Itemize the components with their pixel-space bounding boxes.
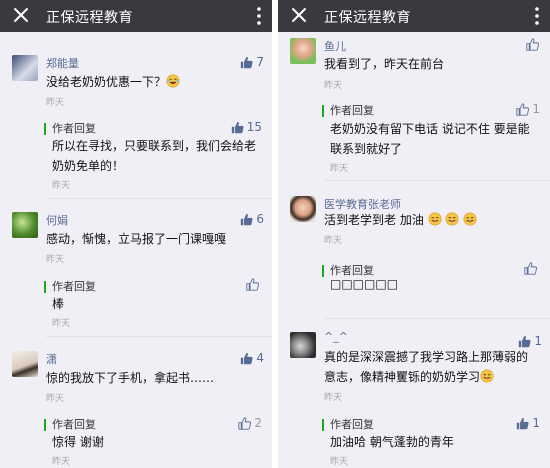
reply-text: 惊得 谢谢 [52, 435, 104, 449]
like-button[interactable]: 1 [518, 334, 542, 348]
reply-like-button[interactable]: 1 [516, 102, 540, 116]
comment-text: 惊的我放下了手机，拿起书…… [46, 371, 215, 385]
reply-label: 作者回复 [330, 104, 374, 117]
thumbs-up-icon [241, 352, 253, 364]
divider [46, 336, 272, 337]
divider [324, 318, 550, 319]
like-count: 7 [256, 55, 264, 69]
comment-username[interactable]: 潇 [46, 351, 57, 367]
laughing-emoji-icon [166, 74, 180, 88]
reply-time: 昨天 [52, 319, 71, 329]
comment-text: 感动，惭愧，立马报了一门课嘎嘎 [46, 232, 227, 246]
top-bar: 正保远程教育 [278, 0, 550, 32]
reply-indicator-bar [44, 419, 46, 431]
left-pane: 正保远程教育 郑能量 7 没给老奶奶优惠一下？ 昨天 作者回复 15 所以在寻找… [0, 0, 272, 468]
divider [324, 180, 550, 181]
comment-text: 真的是深深震撼了我学习路上那薄弱的意志，像精神矍铄的奶奶学习 [324, 350, 529, 384]
avatar[interactable] [12, 55, 38, 81]
like-count: 1 [532, 416, 540, 430]
close-icon[interactable] [288, 4, 310, 26]
author-reply: 作者回复 □□□□□□ [322, 262, 544, 314]
thumbs-up-icon [231, 121, 244, 133]
thumbs-up-icon [241, 56, 253, 68]
grin-emoji-icon [480, 369, 494, 383]
top-bar: 正保远程教育 [0, 0, 272, 32]
like-button[interactable]: 6 [240, 212, 264, 226]
reply-text: 棒 [52, 297, 65, 311]
reply-text: □□□□□□ [330, 277, 399, 291]
comment-username[interactable]: 鱼儿 [324, 38, 346, 54]
page-title: 正保远程教育 [324, 10, 411, 26]
avatar[interactable] [12, 212, 38, 238]
comment-time: 昨天 [46, 394, 65, 404]
author-reply: 作者回复 2 惊得 谢谢 昨天 [44, 416, 266, 468]
like-count: 2 [254, 416, 262, 430]
comment-text: 活到老学到老 加油 [324, 210, 536, 230]
reply-text: 老奶奶没有留下电话 说记不住 要是能联系到就好了 [330, 122, 530, 156]
close-icon[interactable] [10, 4, 32, 26]
reply-label: 作者回复 [52, 280, 96, 293]
reply-text: 所以在寻找，只要联系到，我们会给老奶奶免单的！ [52, 139, 257, 173]
author-reply: 作者回复 1 老奶奶没有留下电话 说记不住 要是能联系到就好了 昨天 [322, 102, 544, 174]
author-reply: 作者回复 15 所以在寻找，只要联系到，我们会给老奶奶免单的！ 昨天 [44, 120, 266, 191]
right-pane: 正保远程教育 鱼儿 我看到了，昨天在前台 昨天 作者回复 1 老奶奶没有留下电话… [278, 0, 550, 468]
comment-time: 昨天 [46, 255, 65, 265]
thumbs-up-icon [516, 102, 530, 116]
comment-time: 昨天 [324, 393, 343, 403]
avatar[interactable] [290, 38, 316, 64]
like-count: 6 [256, 212, 264, 226]
more-menu-icon[interactable] [534, 6, 540, 26]
reply-like-button[interactable] [246, 278, 262, 291]
like-count: 1 [532, 102, 540, 116]
reply-indicator-bar [322, 419, 324, 431]
thumbs-up-icon [526, 38, 539, 51]
reply-label: 作者回复 [330, 418, 374, 431]
thumbs-up-icon [517, 417, 529, 429]
avatar[interactable] [290, 332, 316, 358]
thumbs-up-icon [241, 213, 253, 225]
more-menu-icon[interactable] [256, 6, 262, 26]
author-reply: 作者回复 1 加油哈 朝气蓬勃的青年 昨天 [322, 416, 544, 468]
comment-time: 昨天 [46, 98, 65, 108]
grin-emoji-icon [446, 212, 459, 226]
reply-like-button[interactable]: 2 [238, 416, 262, 430]
reply-indicator-bar [44, 281, 46, 293]
reply-time: 昨天 [330, 164, 349, 174]
grin-emoji-icon [463, 212, 477, 226]
thumbs-up-icon [246, 278, 259, 291]
reply-text: 加油哈 朝气蓬勃的青年 [330, 435, 454, 449]
grin-emoji-icon [428, 212, 442, 226]
author-reply: 作者回复 棒 昨天 [44, 278, 266, 330]
comment-text: 我看到了，昨天在前台 [324, 57, 445, 71]
page-title: 正保远程教育 [46, 10, 133, 26]
reply-indicator-bar [44, 123, 46, 135]
like-button[interactable]: 4 [240, 351, 264, 365]
like-count: 15 [246, 120, 262, 134]
avatar[interactable] [290, 196, 316, 222]
thumbs-up-icon [519, 335, 531, 347]
divider [46, 198, 272, 199]
avatar[interactable] [12, 351, 38, 377]
reply-like-button[interactable]: 1 [516, 416, 540, 430]
comment-text: 没给老奶奶优惠一下？ [46, 72, 258, 92]
reply-like-button[interactable]: 15 [231, 120, 262, 134]
reply-time: 昨天 [52, 181, 71, 191]
reply-label: 作者回复 [52, 122, 96, 135]
reply-time: 昨天 [330, 457, 349, 467]
like-button[interactable] [526, 38, 542, 51]
reply-label: 作者回复 [52, 418, 96, 431]
like-count: 4 [256, 351, 264, 365]
thumbs-up-icon [238, 416, 252, 430]
like-count: 1 [534, 334, 542, 348]
comment-time: 昨天 [324, 236, 343, 246]
comment-username[interactable]: ^_^ [324, 330, 348, 343]
comment-time: 昨天 [324, 81, 343, 91]
comment-username[interactable]: 何娟 [46, 212, 68, 228]
reply-indicator-bar [322, 265, 324, 277]
like-button[interactable]: 7 [240, 55, 264, 69]
comment-username[interactable]: 郑能量 [46, 55, 79, 71]
reply-time: 昨天 [52, 457, 71, 467]
reply-indicator-bar [322, 105, 324, 117]
